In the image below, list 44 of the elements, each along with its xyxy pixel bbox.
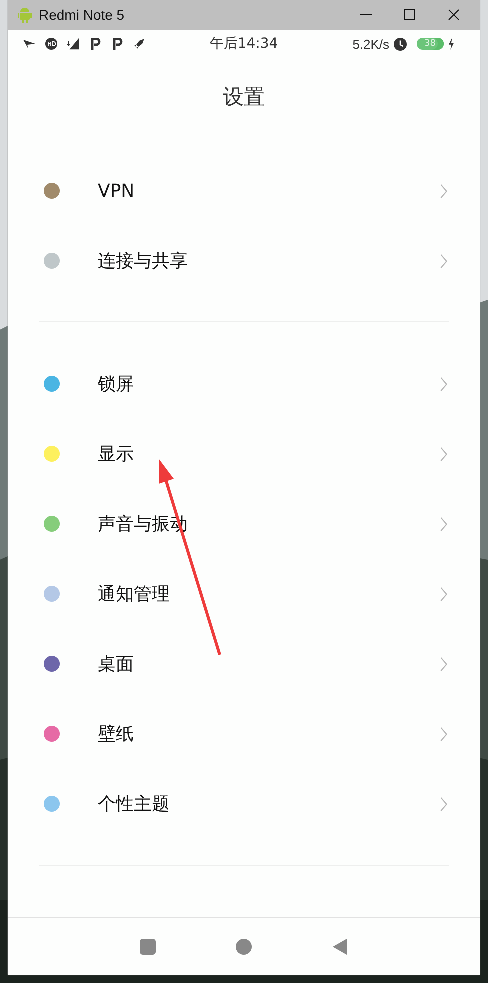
settings-item[interactable]: 个性主题 [39, 769, 449, 839]
chevron-right-icon [440, 726, 448, 742]
network-speed: 5.2K/s [352, 36, 390, 52]
item-label: 显示 [98, 443, 134, 466]
settings-item[interactable]: 锁屏 [39, 349, 449, 419]
back-icon[interactable] [332, 938, 348, 954]
settings-item[interactable]: 通知管理 [39, 559, 449, 629]
window-title: Redmi Note 5 [39, 7, 125, 23]
chevron-right-icon [440, 184, 448, 198]
android-icon [17, 7, 33, 23]
chevron-right-icon [440, 254, 448, 268]
home-icon[interactable] [236, 938, 252, 954]
settings-item[interactable]: 连接与共享 [39, 226, 449, 296]
settings-item[interactable]: 显示 [39, 419, 449, 489]
item-label: 个性主题 [98, 793, 170, 816]
charging-icon [448, 38, 455, 50]
recent-apps-icon[interactable] [140, 938, 156, 954]
item-label: 锁屏 [98, 373, 134, 396]
parking-icon [89, 38, 102, 50]
parking-icon [111, 38, 124, 50]
settings-item[interactable]: VPN [39, 156, 449, 226]
chevron-right-icon [440, 446, 448, 462]
item-label: 壁纸 [98, 723, 134, 746]
item-label: VPN [98, 180, 135, 202]
chevron-right-icon [440, 376, 448, 392]
alarm-clock-icon [394, 38, 407, 50]
chevron-right-icon [440, 586, 448, 602]
chevron-right-icon [440, 796, 448, 812]
chevron-right-icon [440, 656, 448, 672]
maximize-icon[interactable] [404, 9, 416, 21]
item-label: 通知管理 [98, 583, 170, 606]
page-title: 设置 [223, 84, 265, 111]
item-label: 桌面 [98, 653, 134, 676]
hd-icon [45, 38, 58, 50]
send-icon [23, 38, 36, 50]
battery-indicator: 38 [416, 38, 444, 50]
chevron-right-icon [440, 516, 448, 532]
item-label: 连接与共享 [98, 250, 188, 273]
clock-time: 午后14:34 [210, 35, 278, 53]
rocket-icon [133, 38, 146, 50]
settings-item[interactable]: 桌面 [39, 629, 449, 699]
close-icon[interactable] [448, 9, 460, 21]
signal-icon [67, 38, 80, 50]
settings-item[interactable]: 壁纸 [39, 699, 449, 769]
